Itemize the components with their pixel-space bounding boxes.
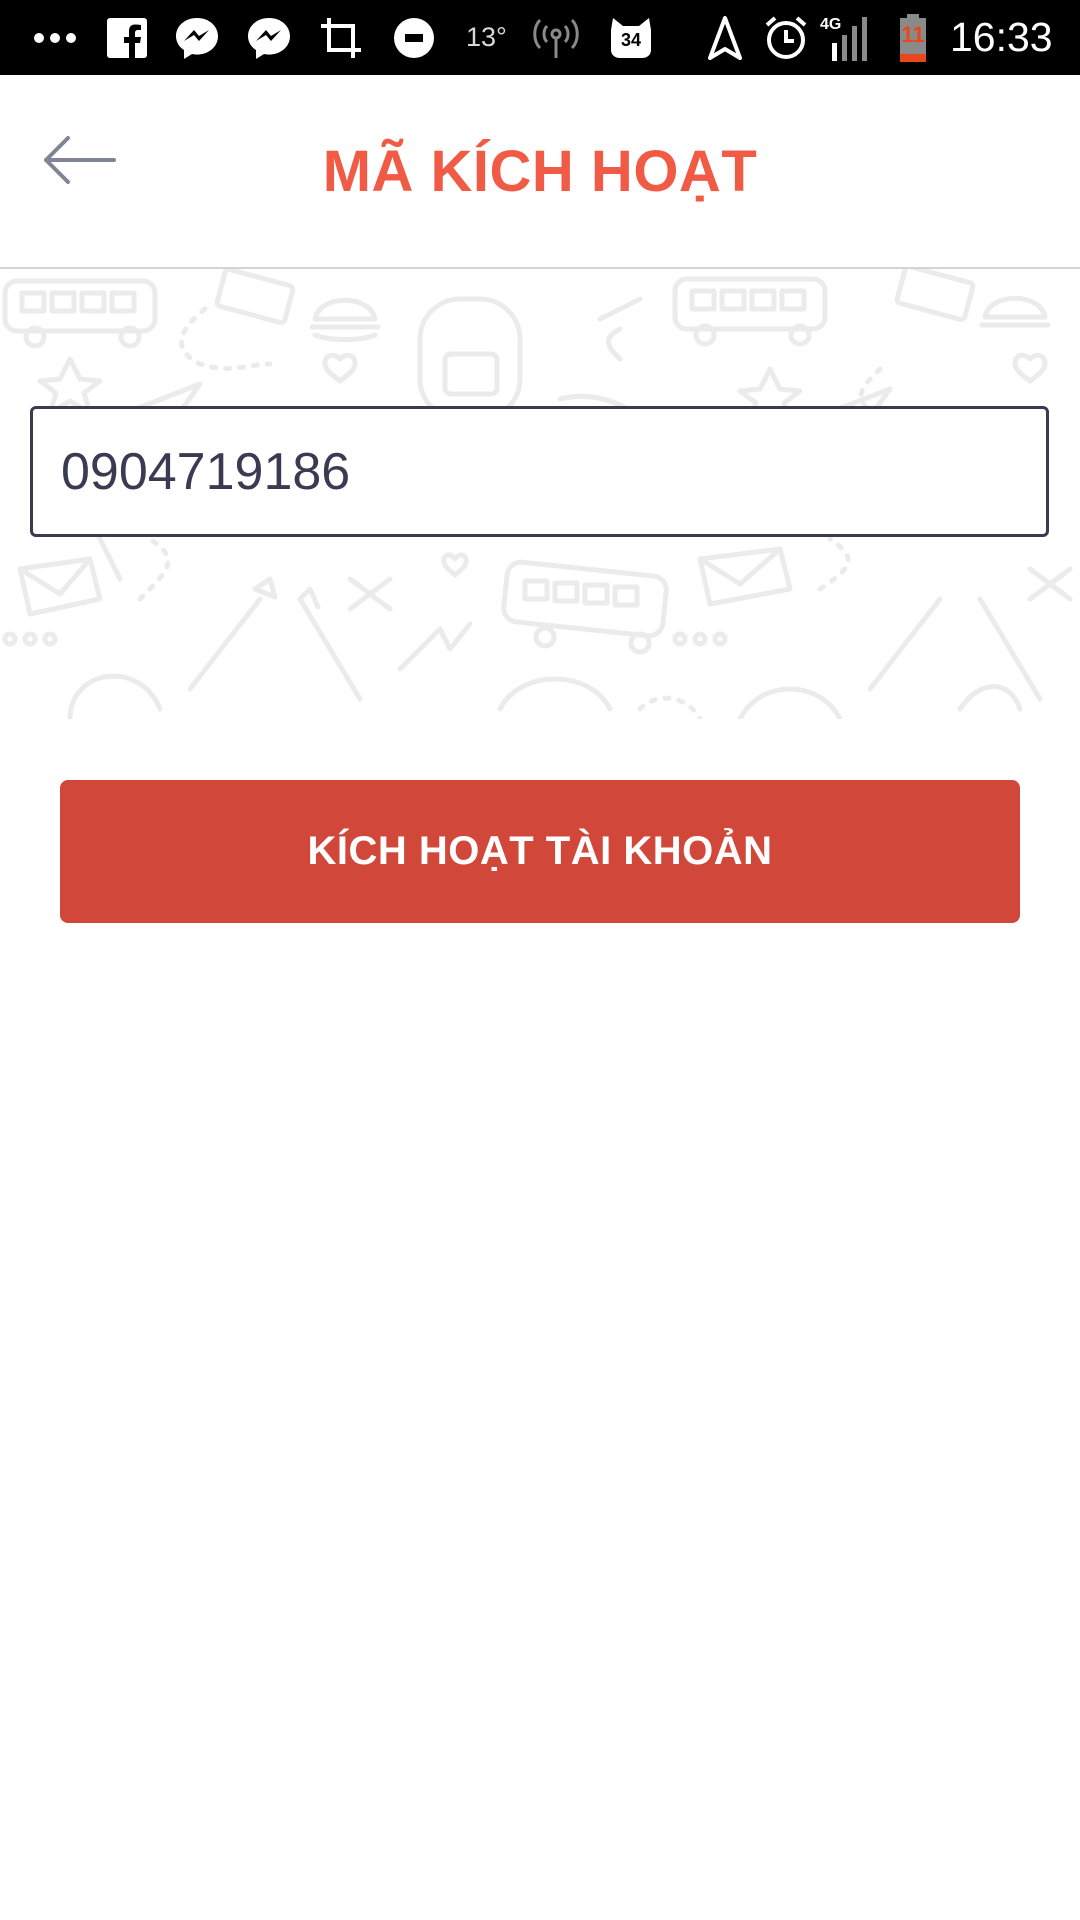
signal-4g-icon: 4G <box>818 0 874 75</box>
navigation-icon <box>706 0 744 75</box>
messenger-icon <box>245 0 293 75</box>
cat-app-icon: 34 <box>606 0 656 75</box>
activation-screen: 13° 34 4G 11 16:33 MÃ KÍCH HOẠT 09047191… <box>0 0 1080 1920</box>
facebook-icon <box>104 0 150 75</box>
status-bar: 13° 34 4G 11 16:33 <box>0 0 1080 75</box>
messenger-icon <box>173 0 221 75</box>
arrow-left-icon <box>44 136 116 184</box>
more-dots-icon <box>30 0 80 75</box>
alarm-icon <box>762 0 810 75</box>
battery-icon: 11 <box>896 0 930 75</box>
hotspot-icon <box>530 0 582 75</box>
battery-level-text: 11 <box>901 22 925 47</box>
temperature-text: 13° <box>466 22 507 52</box>
app-header: MÃ KÍCH HOẠT <box>0 75 1080 269</box>
page-title: MÃ KÍCH HOẠT <box>322 138 758 204</box>
uber-icon <box>390 0 438 75</box>
activate-account-button[interactable]: KÍCH HOẠT TÀI KHOẢN <box>60 780 1020 923</box>
status-time: 16:33 <box>950 14 1053 60</box>
svg-text:4G: 4G <box>820 16 841 33</box>
notification-badge: 34 <box>620 30 642 50</box>
activation-code-input[interactable] <box>30 406 1049 537</box>
crop-icon <box>318 0 364 75</box>
back-button[interactable] <box>30 125 130 195</box>
